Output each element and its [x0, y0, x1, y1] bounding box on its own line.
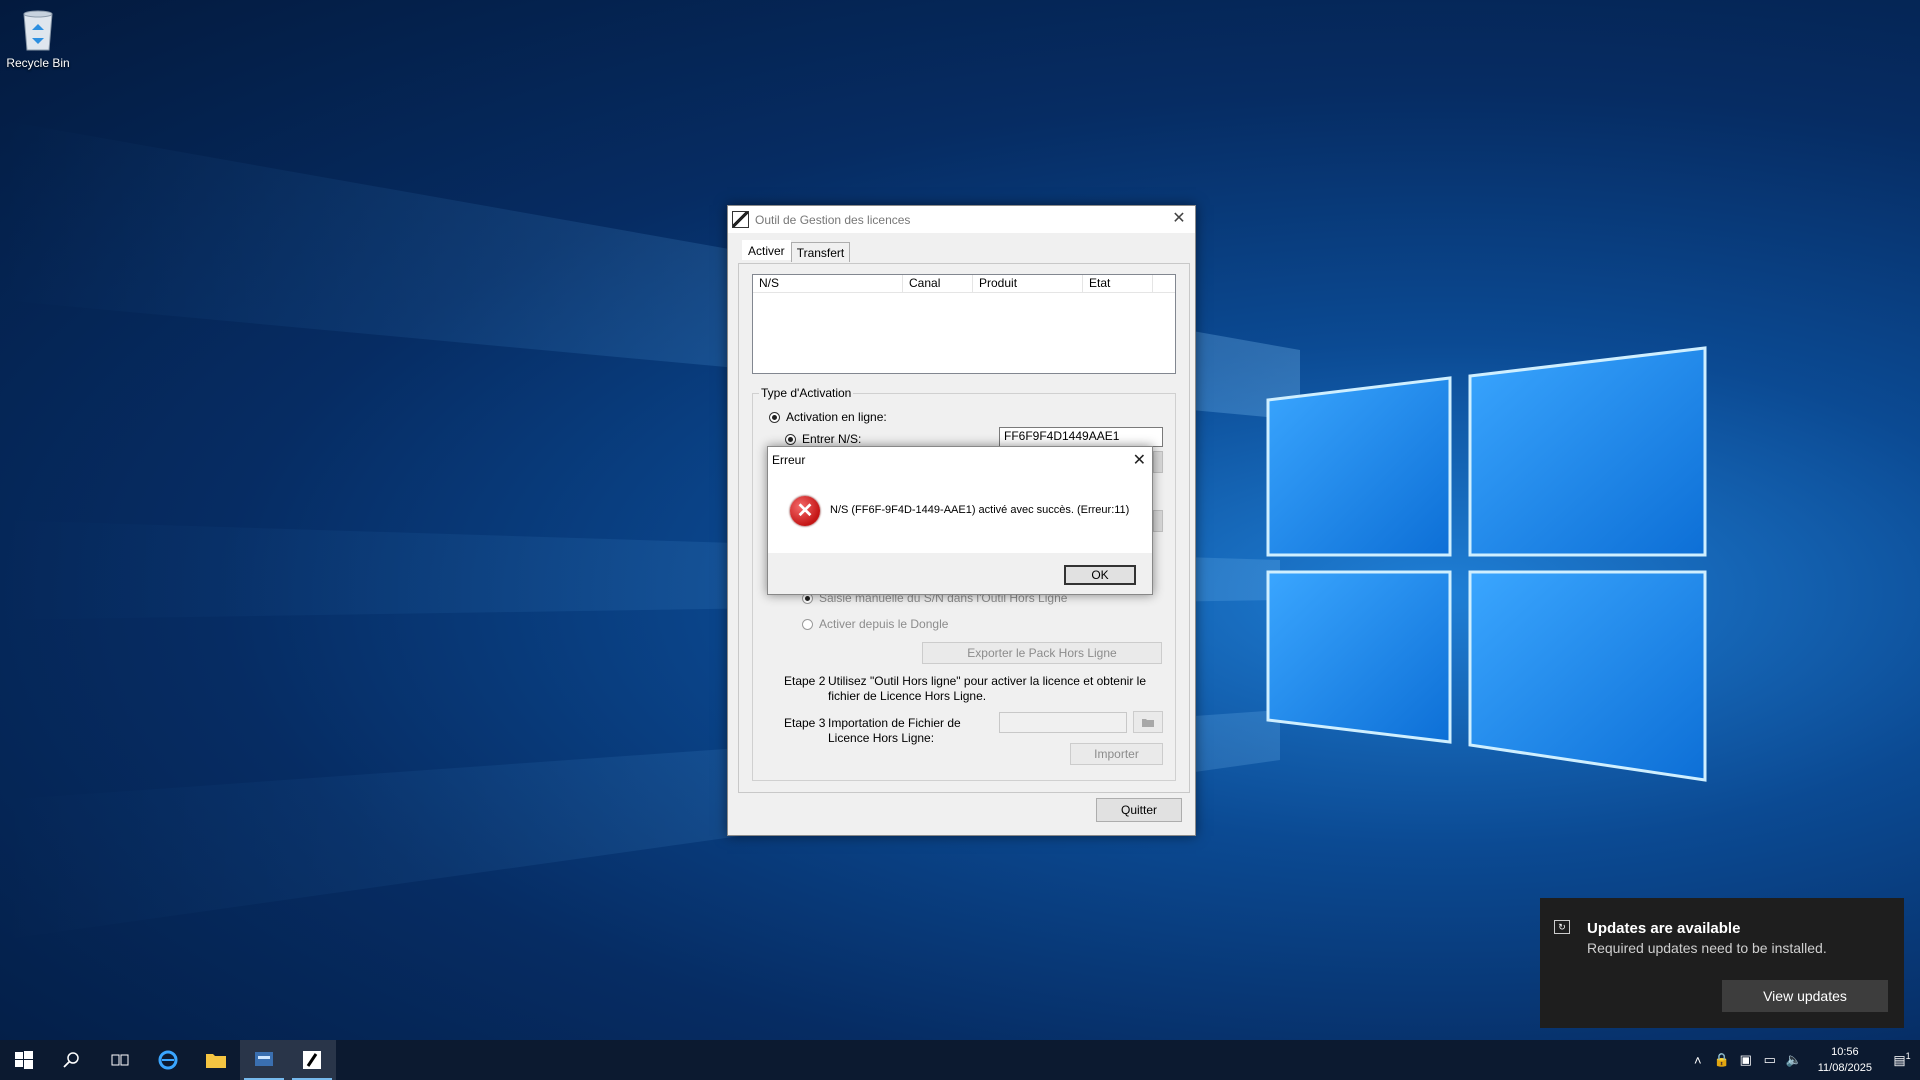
notification-count: 1: [1905, 1051, 1911, 1062]
license-tool-icon: [732, 211, 749, 228]
file-explorer-icon: [206, 1054, 226, 1068]
update-icon: ↻: [1554, 920, 1570, 934]
network-icon[interactable]: ▭: [1758, 1052, 1782, 1068]
search-icon: [63, 1052, 79, 1068]
browse-folder-button[interactable]: [1133, 711, 1163, 733]
step3-label: Etape 3: [784, 716, 826, 730]
close-icon[interactable]: ✕: [1169, 210, 1189, 228]
search-button[interactable]: [48, 1040, 96, 1080]
internet-explorer-icon: [158, 1050, 178, 1070]
tab-transfert[interactable]: Transfert: [790, 242, 851, 262]
radio-dot: [769, 411, 780, 423]
group-label: Type d'Activation: [759, 386, 854, 400]
hidden-button-stub: [1153, 510, 1163, 532]
windows-start-icon: [15, 1051, 33, 1069]
tab-strip: Activer Transfert: [742, 240, 851, 262]
enter-sn-label: Entrer N/S:: [802, 432, 862, 446]
close-icon[interactable]: ✕: [1133, 450, 1146, 470]
sn-input[interactable]: FF6F9F4D1449AAE1: [999, 427, 1163, 447]
notification-title: Updates are available: [1587, 920, 1741, 937]
error-dialog: Erreur ✕ ✕ N/S (FF6F-9F4D-1449-AAE1) act…: [767, 446, 1153, 595]
error-title-bar[interactable]: Erreur ✕: [768, 447, 1152, 473]
dongle-radio[interactable]: Activer depuis le Dongle: [802, 617, 948, 631]
step2-label: Etape 2: [784, 674, 826, 688]
system-tray: ˄ 🔒 ▣ ▭ 🔈 10:56 11/08/2025 ▤1: [1686, 1040, 1920, 1080]
error-body: ✕ N/S (FF6F-9F4D-1449-AAE1) activé avec …: [768, 473, 1152, 553]
notification-message: Required updates need to be installed.: [1587, 940, 1827, 956]
hidden-button-stub: [1153, 451, 1163, 473]
folder-icon: [1142, 719, 1154, 727]
list-header: N/S Canal Produit Etat: [753, 275, 1175, 293]
dongle-label: Activer depuis le Dongle: [819, 617, 949, 631]
column-header-sn[interactable]: N/S: [753, 275, 903, 292]
license-tool-icon: [303, 1051, 321, 1069]
error-title: Erreur: [772, 453, 806, 467]
column-header-etat[interactable]: Etat: [1083, 275, 1153, 292]
start-button[interactable]: [0, 1040, 48, 1080]
license-file-input[interactable]: [999, 712, 1127, 733]
recycle-bin[interactable]: Recycle Bin: [4, 8, 72, 70]
license-tool-button[interactable]: [288, 1040, 336, 1080]
import-button[interactable]: Importer: [1070, 743, 1163, 765]
license-list[interactable]: N/S Canal Produit Etat: [752, 274, 1176, 374]
tab-activer[interactable]: Activer: [742, 240, 791, 260]
server-manager-button[interactable]: [240, 1040, 288, 1080]
online-activation-label: Activation en ligne:: [786, 410, 887, 424]
column-header-produit[interactable]: Produit: [973, 275, 1083, 292]
task-view-icon: [111, 1054, 129, 1066]
radio-dot: [802, 618, 813, 630]
quit-button[interactable]: Quitter: [1096, 798, 1182, 822]
action-center-icon[interactable]: ▤1: [1884, 1051, 1920, 1068]
error-icon: ✕: [790, 496, 820, 526]
security-icon[interactable]: ▣: [1734, 1052, 1758, 1068]
title-bar[interactable]: Outil de Gestion des licences ✕: [728, 206, 1195, 233]
taskbar: ˄ 🔒 ▣ ▭ 🔈 10:56 11/08/2025 ▤1: [0, 1040, 1920, 1080]
show-hidden-icons-icon[interactable]: ˄: [1686, 1053, 1710, 1068]
recycle-bin-label: Recycle Bin: [6, 56, 70, 70]
server-manager-icon: [255, 1052, 273, 1066]
view-updates-button[interactable]: View updates: [1722, 980, 1888, 1012]
step2-text: Utilisez "Outil Hors ligne" pour activer…: [828, 674, 1146, 703]
clock[interactable]: 10:56 11/08/2025: [1818, 1044, 1872, 1076]
windows-logo-wallpaper: [1266, 346, 1707, 782]
error-message: N/S (FF6F-9F4D-1449-AAE1) activé avec su…: [830, 504, 1130, 516]
lock-icon[interactable]: 🔒: [1710, 1052, 1734, 1068]
clock-date: 11/08/2025: [1817, 1062, 1872, 1074]
recycle-bin-icon: [18, 8, 58, 52]
update-notification[interactable]: ↻ Updates are available Required updates…: [1540, 898, 1904, 1028]
window-title: Outil de Gestion des licences: [755, 212, 911, 227]
export-pack-button[interactable]: Exporter le Pack Hors Ligne: [922, 642, 1162, 664]
file-explorer-button[interactable]: [192, 1040, 240, 1080]
enter-sn-radio[interactable]: Entrer N/S:: [785, 432, 861, 446]
ok-button[interactable]: OK: [1064, 565, 1136, 585]
step3-text: Importation de Fichier de Licence Hors L…: [828, 716, 961, 745]
column-header-canal[interactable]: Canal: [903, 275, 973, 292]
task-view-button[interactable]: [96, 1040, 144, 1080]
internet-explorer-button[interactable]: [144, 1040, 192, 1080]
volume-muted-icon[interactable]: 🔈: [1782, 1052, 1806, 1068]
online-activation-radio[interactable]: Activation en ligne:: [769, 410, 887, 424]
clock-time: 10:56: [1831, 1046, 1859, 1058]
radio-dot: [785, 433, 796, 445]
